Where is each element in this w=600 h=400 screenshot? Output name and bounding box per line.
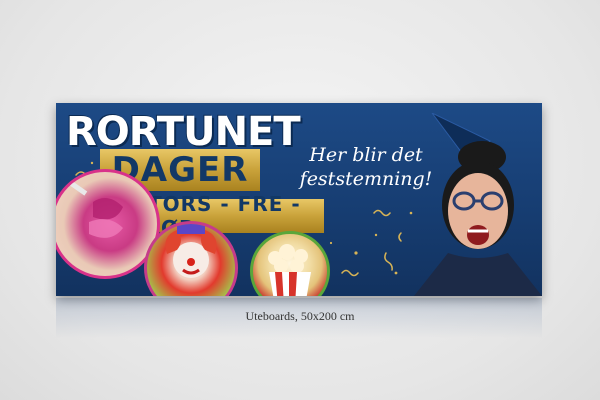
- popcorn-photo: [250, 231, 330, 296]
- clown-photo: [144, 221, 238, 296]
- woman-party-hat-photo: [414, 113, 542, 296]
- billboard-banner: RORTUNET DAGER TORS - FRE - LØR Her blir…: [56, 103, 542, 296]
- caption: Uteboards, 50x200 cm: [245, 309, 355, 323]
